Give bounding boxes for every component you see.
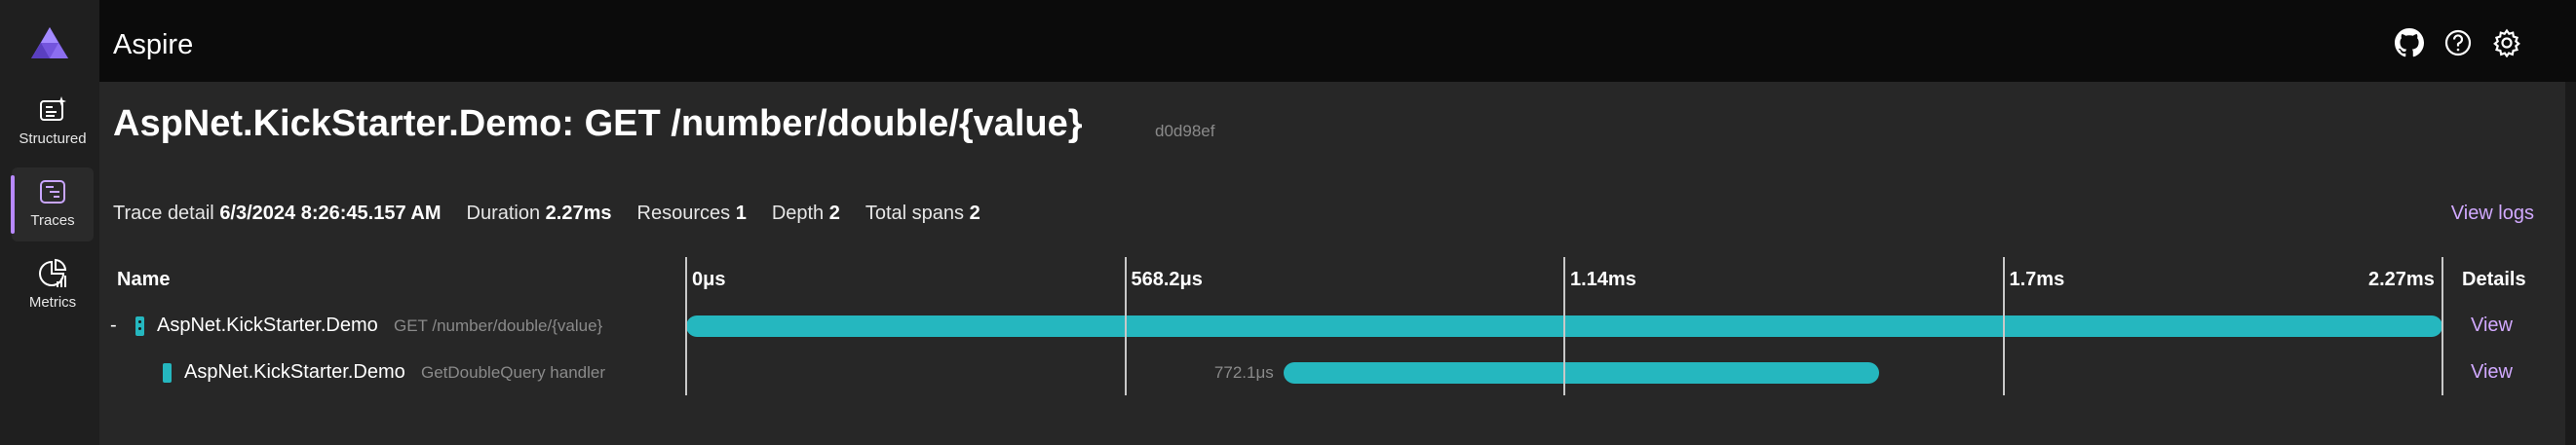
name-column-header[interactable]: Name xyxy=(117,269,170,291)
timeline-tick-label: 1.14ms xyxy=(1570,269,1636,290)
timeline-tick-label: 0μs xyxy=(692,269,726,290)
timeline-tick-label: 1.7ms xyxy=(2009,269,2065,290)
summary-value: 2 xyxy=(969,203,980,224)
span-view-link[interactable]: View xyxy=(2471,361,2513,384)
timeline-gridline xyxy=(1124,257,1127,395)
nav-item-label: Traces xyxy=(30,212,75,229)
timeline-gridline xyxy=(2002,257,2005,395)
timeline-gridline xyxy=(2441,257,2443,395)
trace-id: d0d98ef xyxy=(1155,122,1215,140)
details-column-header: Details xyxy=(2462,269,2526,290)
nav-item-label: Structured xyxy=(19,130,87,147)
span-offset-label: 772.1μs xyxy=(1213,363,1274,382)
app-window: Structured Traces Metrics Aspire AspNet.… xyxy=(0,0,2576,445)
resource-color-icon xyxy=(163,363,172,383)
resource-color-icon xyxy=(135,316,144,336)
summary-label: Duration xyxy=(466,203,541,224)
span-duration-bar[interactable] xyxy=(1283,362,1880,384)
summary-depth: Depth 2 xyxy=(772,203,840,225)
main-panel: AspNet.KickStarter.Demo: GET /number/dou… xyxy=(99,82,2565,445)
summary-value: 6/3/2024 8:26:45.157 AM xyxy=(219,203,442,224)
span-view-link[interactable]: View xyxy=(2471,315,2513,337)
summary-value: 2 xyxy=(828,203,840,224)
summary-total-spans: Total spans 2 xyxy=(865,203,980,225)
active-indicator xyxy=(11,175,15,234)
span-operation: GET /number/double/{value} xyxy=(394,316,603,335)
summary-value: 2.27ms xyxy=(545,203,612,224)
scrollbar-track[interactable] xyxy=(2565,82,2576,445)
page-title: AspNet.KickStarter.Demo: GET /number/dou… xyxy=(113,103,1083,144)
timeline-tick-label: 568.2μs xyxy=(1131,269,1203,290)
table-row[interactable]: - AspNet.KickStarter.Demo GET /number/do… xyxy=(99,305,2565,348)
nav-item-structured[interactable]: Structured xyxy=(12,86,94,160)
summary-label: Resources xyxy=(636,203,731,224)
nav-rail: Structured Traces Metrics xyxy=(0,0,99,445)
github-icon[interactable] xyxy=(2394,27,2425,58)
summary-resources: Resources 1 xyxy=(637,203,747,225)
header-actions xyxy=(2394,27,2522,58)
nav-item-metrics[interactable]: Metrics xyxy=(12,249,94,323)
app-title[interactable]: Aspire xyxy=(113,29,193,61)
table-row[interactable]: AspNet.KickStarter.Demo GetDoubleQuery h… xyxy=(99,352,2565,394)
help-icon[interactable] xyxy=(2442,27,2474,58)
nav-item-traces[interactable]: Traces xyxy=(11,167,94,241)
top-header: Aspire xyxy=(99,0,2576,82)
structured-logs-icon xyxy=(36,93,69,127)
span-resource-name: AspNet.KickStarter.Demo xyxy=(184,361,405,383)
settings-icon[interactable] xyxy=(2491,27,2522,58)
timeline-gridline xyxy=(685,257,687,395)
metrics-icon xyxy=(36,257,69,290)
summary-value: 1 xyxy=(735,203,747,224)
summary-trace-detail: Trace detail 6/3/2024 8:26:45.157 AM xyxy=(113,203,442,225)
summary-duration: Duration 2.27ms xyxy=(467,203,612,225)
view-logs-link[interactable]: View logs xyxy=(2451,203,2534,225)
summary-label: Total spans xyxy=(865,203,965,224)
summary-label: Trace detail xyxy=(113,203,214,224)
trace-summary: Trace detail 6/3/2024 8:26:45.157 AM Dur… xyxy=(113,203,1006,225)
nav-item-label: Metrics xyxy=(28,294,77,311)
timeline-tick-label: 2.27ms xyxy=(2368,269,2435,290)
timeline-gridline xyxy=(1563,257,1565,395)
span-resource-name: AspNet.KickStarter.Demo xyxy=(157,315,378,336)
collapse-toggle[interactable]: - xyxy=(110,315,117,337)
traces-icon xyxy=(36,175,69,208)
span-operation: GetDoubleQuery handler xyxy=(421,363,606,382)
aspire-logo-icon[interactable] xyxy=(29,25,70,60)
summary-label: Depth xyxy=(771,203,825,224)
